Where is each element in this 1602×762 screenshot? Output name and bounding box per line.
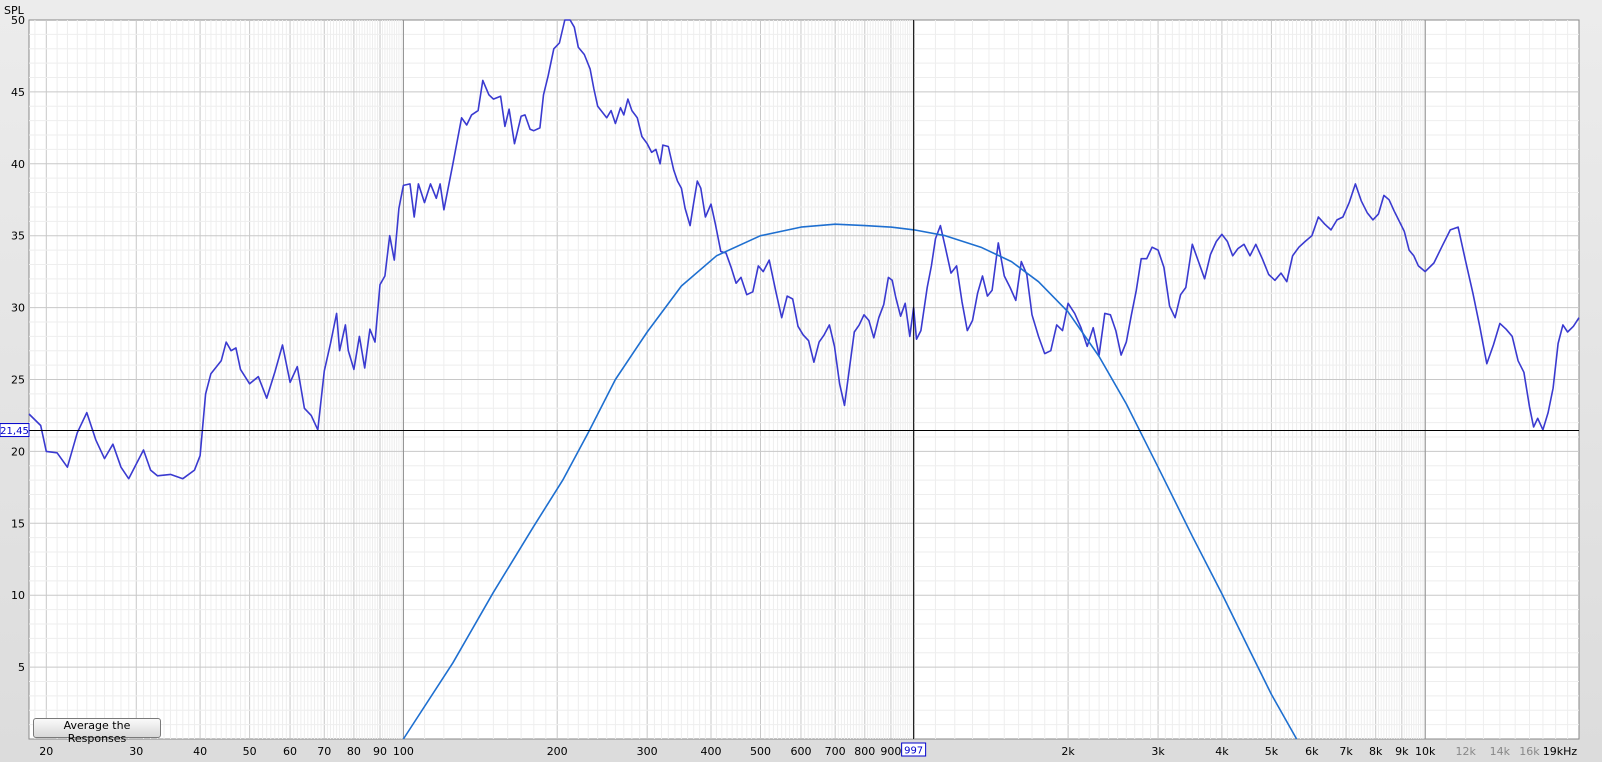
x-tick-label: 50	[243, 745, 257, 758]
x-tick-label: 900	[880, 745, 901, 758]
x-tick-label: 9k	[1395, 745, 1409, 758]
x-tick-label: 40	[193, 745, 207, 758]
x-tick-label: 2k	[1061, 745, 1075, 758]
cursor-x-readout: 997	[904, 746, 923, 757]
x-tick-label: 20	[39, 745, 53, 758]
average-responses-button[interactable]: Average the Responses	[33, 718, 161, 745]
x-tick-label: 10k	[1415, 745, 1436, 758]
y-axis-label: SPL	[4, 4, 25, 17]
x-tick-label: 3k	[1151, 745, 1165, 758]
x-tick-label: 400	[700, 745, 721, 758]
x-tick-label: 19kHz	[1543, 745, 1578, 758]
y-tick-label: 20	[11, 445, 25, 458]
y-tick-label: 45	[11, 86, 25, 99]
x-tick-label: 500	[750, 745, 771, 758]
x-tick-label: 700	[825, 745, 846, 758]
cursor-y-readout: 21,45	[0, 426, 29, 437]
spl-frequency-chart[interactable]: 5 10 15 20 25 30 35 40 45 50 20 30 40 50 60 70 80 90 100 2…	[0, 0, 1602, 762]
y-tick-label: 15	[11, 517, 25, 530]
y-tick-label: 40	[11, 158, 25, 171]
y-tick-label: 30	[11, 302, 25, 315]
y-tick-labels: 5101520253035404550	[11, 14, 25, 674]
y-tick-label: 10	[11, 589, 25, 602]
x-tick-label: 5k	[1265, 745, 1279, 758]
x-tick-label: 4k	[1215, 745, 1229, 758]
x-tick-label: 100	[393, 745, 414, 758]
x-tick-label: 12k	[1455, 745, 1476, 758]
x-tick-label: 16k	[1519, 745, 1540, 758]
x-tick-label: 30	[129, 745, 143, 758]
x-tick-label: 60	[283, 745, 297, 758]
x-tick-label: 300	[637, 745, 658, 758]
x-tick-label: 90	[373, 745, 387, 758]
rew-spl-graph-window: 5 10 15 20 25 30 35 40 45 50 20 30 40 50 60 70 80 90 100 2…	[0, 0, 1602, 762]
x-tick-label: 14k	[1490, 745, 1511, 758]
y-tick-label: 35	[11, 230, 25, 243]
x-tick-label: 80	[347, 745, 361, 758]
x-tick-label: 7k	[1339, 745, 1353, 758]
x-tick-label: 800	[854, 745, 875, 758]
x-tick-label: 6k	[1305, 745, 1319, 758]
x-tick-labels: 20 30 40 50 60 70 80 90 100 200 300 400 500 600 700 800…	[39, 745, 1577, 758]
x-tick-label: 200	[547, 745, 568, 758]
x-tick-label: 600	[790, 745, 811, 758]
x-tick-label: 70	[317, 745, 331, 758]
x-tick-label: 8k	[1369, 745, 1383, 758]
y-tick-label: 5	[18, 661, 25, 674]
y-tick-label: 25	[11, 374, 25, 387]
